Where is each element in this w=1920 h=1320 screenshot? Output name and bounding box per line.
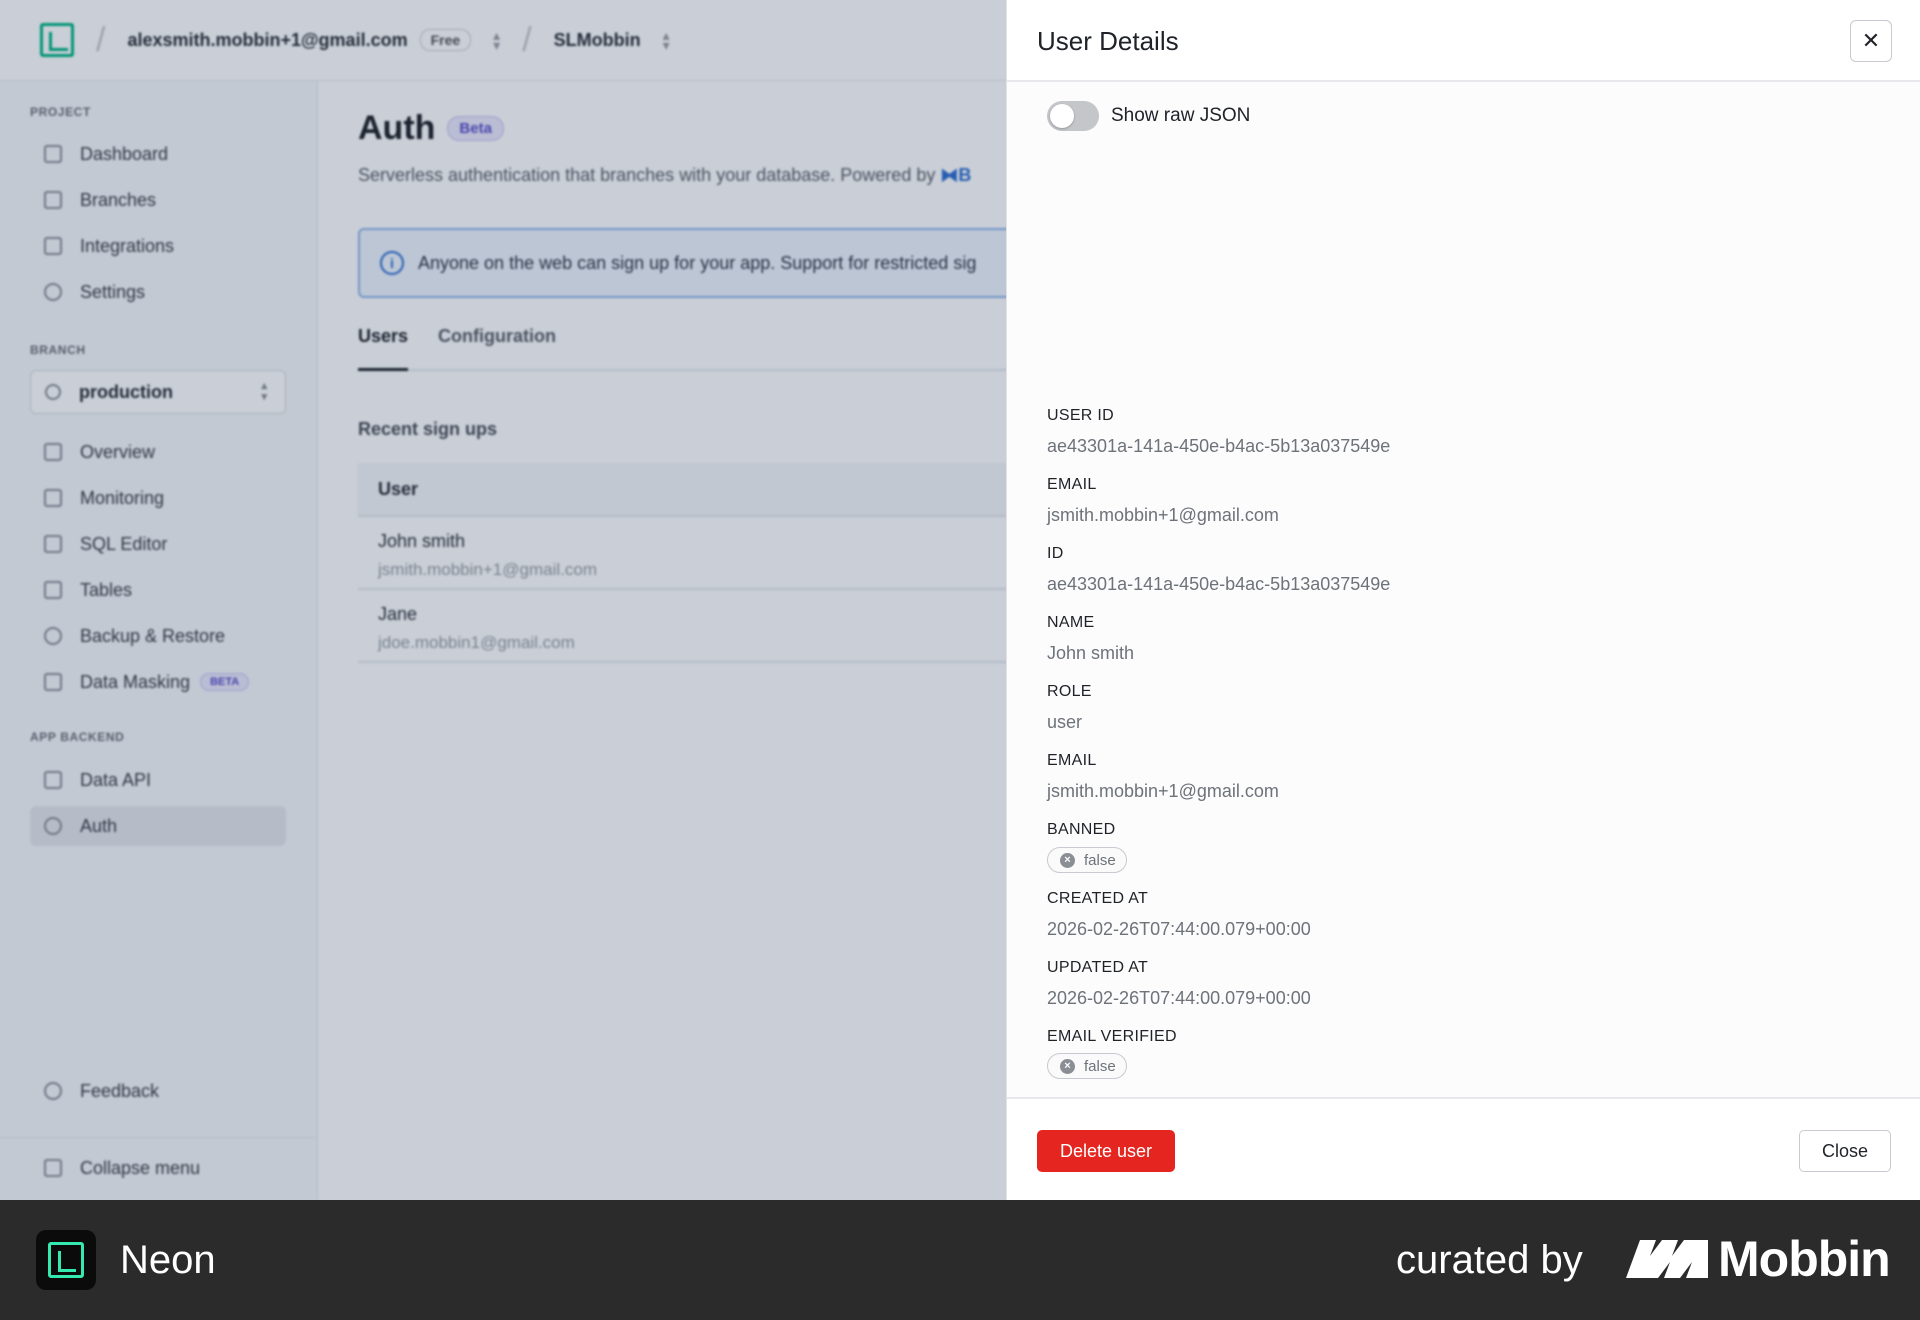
- field-value-email-2: jsmith.mobbin+1@gmail.com: [1047, 781, 1279, 801]
- close-button[interactable]: Close: [1799, 1130, 1891, 1172]
- footer-banner: Neon curated by Mobbin: [0, 1200, 1920, 1320]
- field-value-id: ae43301a-141a-450e-b4ac-5b13a037549e: [1047, 574, 1391, 594]
- field-value-user-id: ae43301a-141a-450e-b4ac-5b13a037549e: [1047, 436, 1391, 456]
- field-value-email: jsmith.mobbin+1@gmail.com: [1047, 505, 1279, 525]
- field-label-email-verified: EMAIL VERIFIED: [1047, 1028, 1177, 1045]
- email-verified-status-badge: × false: [1047, 1053, 1127, 1079]
- app-name: Neon: [120, 1238, 216, 1282]
- neon-mark-icon: [48, 1242, 84, 1278]
- user-details-drawer: User Details ✕ Show raw JSON USER ID ae4…: [1006, 0, 1920, 1200]
- field-label-updated-at: UPDATED AT: [1047, 959, 1149, 976]
- drawer-header: User Details ✕: [1007, 0, 1920, 82]
- field-label-email-2: EMAIL: [1047, 752, 1097, 769]
- mobbin-logo-icon: [1626, 1240, 1708, 1278]
- field-value-name: John smith: [1047, 643, 1135, 663]
- neon-app-icon: [36, 1230, 96, 1290]
- mobbin-wordmark: Mobbin: [1718, 1231, 1891, 1287]
- raw-json-toggle-row: Show raw JSON: [1047, 101, 1250, 131]
- x-circle-icon: ×: [1060, 852, 1075, 868]
- banned-status-badge: × false: [1047, 847, 1127, 873]
- field-label-user-id: USER ID: [1047, 407, 1114, 424]
- field-label-email: EMAIL: [1047, 476, 1097, 493]
- raw-json-toggle[interactable]: [1047, 101, 1099, 131]
- drawer-title: User Details: [1037, 26, 1179, 56]
- toggle-knob: [1050, 104, 1074, 128]
- drawer-footer: Delete user Close: [1007, 1097, 1920, 1200]
- field-label-id: ID: [1047, 545, 1064, 562]
- field-value-updated-at: 2026-02-26T07:44:00.079+00:00: [1047, 988, 1311, 1008]
- field-label-role: ROLE: [1047, 683, 1092, 700]
- field-label-name: NAME: [1047, 614, 1095, 631]
- field-value-created-at: 2026-02-26T07:44:00.079+00:00: [1047, 919, 1311, 939]
- curated-by-text: curated by: [1396, 1238, 1583, 1282]
- delete-user-button[interactable]: Delete user: [1037, 1130, 1175, 1172]
- field-label-created-at: CREATED AT: [1047, 890, 1149, 907]
- close-icon[interactable]: ✕: [1850, 20, 1892, 62]
- toggle-label: Show raw JSON: [1111, 105, 1251, 126]
- x-circle-icon: ×: [1060, 1058, 1075, 1074]
- field-value-role: user: [1047, 712, 1083, 732]
- field-label-banned: BANNED: [1047, 821, 1116, 838]
